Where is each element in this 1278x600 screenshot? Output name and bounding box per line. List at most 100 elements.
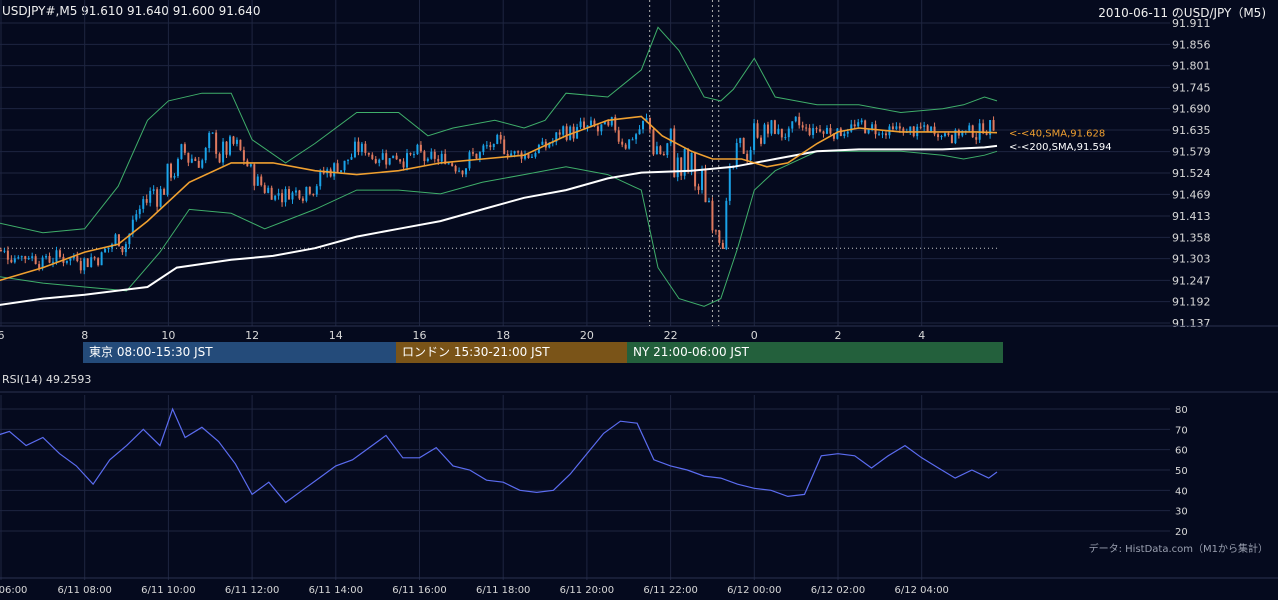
candle-body — [707, 200, 710, 203]
candle-body — [48, 255, 51, 263]
candle-body — [225, 141, 228, 155]
candle-body — [371, 154, 374, 159]
candle-body — [513, 151, 516, 154]
candle-body — [496, 134, 499, 144]
candle-body — [773, 120, 776, 134]
candle-body — [763, 124, 766, 144]
candle-body — [475, 153, 478, 159]
candle-body — [79, 261, 82, 271]
candle-body — [506, 153, 509, 156]
candle-body — [701, 169, 704, 191]
candle-body — [308, 186, 311, 194]
candle-body — [204, 147, 207, 161]
candle-body — [142, 199, 145, 209]
candle-body — [753, 123, 756, 151]
candle-body — [721, 242, 724, 249]
candle-body — [805, 127, 808, 129]
candle-body — [718, 230, 721, 243]
session-tokyo: 東京 08:00-15:30 JST — [83, 342, 396, 363]
candle-body — [364, 143, 367, 153]
candle-body — [260, 176, 263, 186]
candle-body — [579, 121, 582, 128]
candle-body — [298, 190, 301, 199]
rsi-line — [0, 407, 998, 504]
candle-body — [27, 258, 30, 260]
session-london: ロンドン 15:30-21:00 JST — [396, 342, 627, 363]
date-tick-label: 6/11 14:00 — [309, 585, 363, 596]
hour-tick-label: 22 — [664, 329, 678, 342]
candle-body — [242, 150, 245, 161]
date-tick-label: 6/11 08:00 — [57, 585, 111, 596]
price-tick-label: 91.469 — [1172, 188, 1211, 201]
candle-body — [93, 257, 96, 259]
candle-body — [808, 127, 811, 135]
rsi-tick-label: 50 — [1175, 466, 1188, 477]
candle-body — [107, 247, 110, 250]
candle-body — [104, 249, 107, 253]
candle-body — [957, 129, 960, 136]
candle-body — [878, 133, 881, 135]
candle-body — [360, 143, 363, 152]
candle-body — [41, 257, 44, 269]
candle-body — [600, 124, 603, 132]
hour-tick-label: 20 — [580, 329, 594, 342]
candle-body — [596, 126, 599, 132]
candle-body — [208, 132, 211, 148]
candle-body — [666, 143, 669, 155]
candle-body — [485, 145, 488, 147]
candle-body — [583, 121, 586, 128]
candle-body — [822, 131, 825, 134]
candle-body — [0, 250, 2, 252]
date-tick-label: 6/11 12:00 — [225, 585, 279, 596]
candle-body — [281, 193, 284, 203]
candle-body — [451, 163, 454, 166]
candle-body — [919, 126, 922, 128]
candle-body — [170, 163, 173, 178]
candle-body — [680, 157, 683, 176]
candle-body — [229, 136, 232, 155]
candle-body — [353, 141, 356, 158]
candle-body — [933, 126, 936, 135]
price-tick-label: 91.745 — [1172, 81, 1211, 94]
candle-body — [527, 154, 530, 158]
candle-body — [343, 160, 346, 171]
candle-body — [975, 137, 978, 140]
candle-body — [884, 133, 887, 136]
candle-body — [843, 133, 846, 136]
candle-body — [937, 134, 940, 138]
candle-body — [635, 134, 638, 140]
candle-body — [923, 125, 926, 127]
candle-body — [482, 145, 485, 153]
candle-body — [617, 130, 620, 142]
candle-body — [284, 189, 287, 203]
candle-body — [621, 141, 624, 145]
candle-body — [239, 139, 242, 151]
rsi-tick-label: 30 — [1175, 507, 1188, 518]
candle-body — [385, 153, 388, 165]
candle-body — [65, 260, 68, 263]
candle-body — [735, 143, 738, 167]
candle-body — [871, 124, 874, 129]
hour-tick-label: 6 — [0, 329, 5, 342]
candle-body — [447, 163, 450, 165]
candle-body — [503, 139, 506, 154]
candle-body — [836, 128, 839, 139]
candle-body — [121, 246, 124, 253]
sma200-label: <-<200,SMA,91.594 — [1009, 142, 1112, 153]
candle-body — [86, 258, 89, 268]
candle-body — [305, 186, 308, 201]
candle-body — [135, 214, 138, 220]
candle-body — [857, 122, 860, 127]
price-tick-label: 91.137 — [1172, 317, 1211, 330]
candle-body — [270, 187, 273, 200]
candle-body — [558, 132, 561, 135]
candle-body — [301, 198, 304, 201]
candle-body — [76, 255, 79, 262]
candle-body — [492, 143, 495, 148]
rsi-tick-label: 40 — [1175, 486, 1188, 497]
candle-body — [891, 126, 894, 130]
candle-body — [6, 250, 9, 260]
candle-body — [423, 151, 426, 161]
candle-body — [156, 189, 159, 207]
candle-body — [45, 255, 48, 258]
